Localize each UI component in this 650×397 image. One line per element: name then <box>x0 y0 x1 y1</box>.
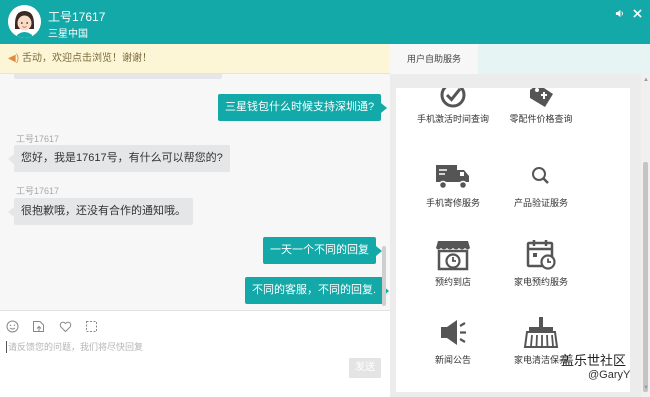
service-price-query[interactable]: 零配件价格查询 <box>486 88 596 125</box>
message-outgoing: 三星钱包什么时候支持深圳通? <box>218 94 388 121</box>
activation-check-icon <box>440 88 466 108</box>
watermark-user: @GaryY <box>588 369 631 381</box>
speaker-icon[interactable] <box>615 9 624 21</box>
message-incoming: 您好，我是17617号，有什么可以帮您的? <box>8 145 230 172</box>
composer-toolbar <box>6 320 107 334</box>
agent-avatar <box>8 5 41 38</box>
service-label: 产品验证服务 <box>513 198 568 208</box>
magnifier-icon <box>532 167 549 184</box>
service-scrollbar[interactable]: ▲ ▼ <box>641 74 650 397</box>
megaphone-icon <box>441 320 466 345</box>
chat-scrollbar[interactable] <box>382 246 386 306</box>
close-icon[interactable] <box>633 9 642 21</box>
notice-bar: ◀) 舌动，欢迎点击浏览！谢谢！ <box>0 44 390 74</box>
scroll-up-arrow-icon[interactable]: ▲ <box>643 77 649 83</box>
file-icon[interactable] <box>32 320 45 333</box>
chat-header: 工号17617 三星中国 <box>0 0 650 44</box>
screenshot-icon[interactable] <box>85 320 98 333</box>
heart-icon[interactable] <box>59 320 72 333</box>
service-appliance-appointment[interactable]: 家电预约服务 <box>486 237 596 288</box>
message-outgoing: 不同的客服，不同的回复. <box>245 277 390 304</box>
service-product-verify[interactable]: 产品验证服务 <box>486 160 596 209</box>
emoji-icon[interactable] <box>6 320 19 333</box>
message-composer: 请反馈您的问题，我们将尽快回复 发送 <box>0 311 390 397</box>
notice-text: 舌动，欢迎点击浏览！谢谢！ <box>22 53 153 64</box>
scrollbar-thumb[interactable] <box>643 162 648 392</box>
cleaning-brush-icon <box>523 317 559 348</box>
service-label: 零配件价格查询 <box>509 114 573 124</box>
message-outgoing: 一天一个不同的回复 <box>263 237 382 264</box>
message-sender: 工号17617 <box>16 134 60 144</box>
header-controls <box>609 9 642 21</box>
send-button[interactable]: 发送 <box>349 358 381 378</box>
message-sender: 工号17617 <box>16 186 60 196</box>
right-tab-bar: 用户自助服务 <box>390 44 650 74</box>
store-clock-icon <box>436 241 470 271</box>
agent-name: 工号17617 <box>48 10 106 24</box>
chat-history[interactable]: 三星钱包什么时候支持深圳通? 工号17617 您好，我是17617号，有什么可以… <box>0 74 390 310</box>
message-input[interactable]: 请反馈您的问题，我们将尽快回复 <box>6 341 143 353</box>
calendar-clock-icon <box>526 240 556 270</box>
previous-message-fragment <box>14 74 222 79</box>
scroll-down-arrow-icon[interactable]: ▼ <box>643 385 649 391</box>
watermark-title: 盖乐世社区 <box>561 353 627 368</box>
message-incoming: 很抱歉哦，还没有合作的通知哦。 <box>8 198 193 225</box>
agent-org: 三星中国 <box>48 29 88 40</box>
self-service-panel: 手机激活时间查询 零配件价格查询 手机寄修服务 产品验证服务 预约到店 家电预约… <box>390 74 650 397</box>
delivery-truck-icon <box>436 165 469 190</box>
service-grid: 手机激活时间查询 零配件价格查询 手机寄修服务 产品验证服务 预约到店 家电预约… <box>396 88 630 392</box>
price-tag-icon <box>530 88 553 107</box>
notice-speaker-icon: ◀) <box>8 53 20 64</box>
service-label: 家电预约服务 <box>513 277 568 287</box>
tab-self-service[interactable]: 用户自助服务 <box>390 44 478 74</box>
